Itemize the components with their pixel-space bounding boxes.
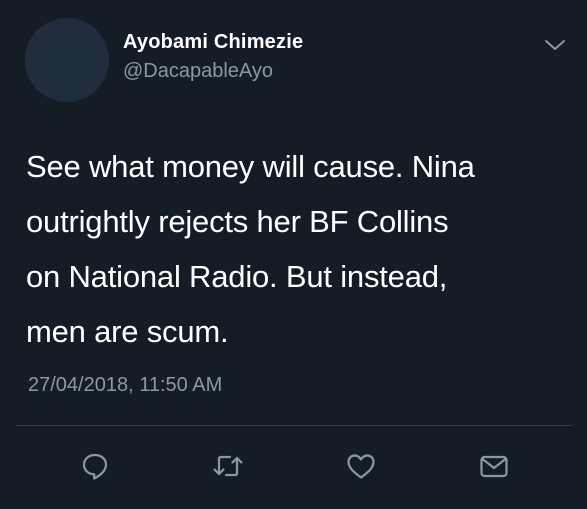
chevron-down-icon[interactable] bbox=[543, 36, 567, 54]
heart-icon bbox=[344, 450, 378, 482]
direct-message-button[interactable] bbox=[474, 446, 514, 486]
display-name[interactable]: Ayobami Chimezie bbox=[123, 31, 303, 54]
mail-icon bbox=[477, 450, 511, 482]
divider bbox=[16, 425, 572, 426]
like-button[interactable] bbox=[341, 446, 381, 486]
tweet-text: See what money will cause. Nina outright… bbox=[26, 139, 571, 359]
reply-button[interactable] bbox=[75, 446, 115, 486]
timestamp[interactable]: 27/04/2018, 11:50 AM bbox=[28, 374, 222, 397]
tweet-text-line: outrightly rejects her BF Collins bbox=[26, 204, 449, 239]
user-handle[interactable]: @DacapableAyo bbox=[123, 60, 273, 83]
avatar[interactable] bbox=[25, 18, 109, 102]
retweet-button[interactable] bbox=[208, 446, 248, 486]
tweet-card: Ayobami Chimezie @DacapableAyo See what … bbox=[0, 0, 587, 509]
tweet-text-line: men are scum. bbox=[26, 314, 229, 349]
tweet-text-line: on National Radio. But instead, bbox=[26, 259, 448, 294]
retweet-icon bbox=[211, 450, 245, 482]
tweet-text-line: See what money will cause. Nina bbox=[26, 149, 475, 184]
reply-icon bbox=[79, 450, 111, 482]
